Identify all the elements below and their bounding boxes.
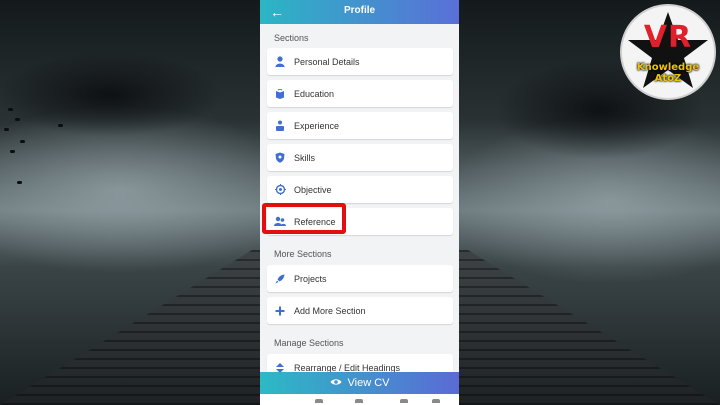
view-cv-label: View CV xyxy=(347,377,390,389)
bird-silhouette xyxy=(4,128,9,131)
page-title: Profile xyxy=(343,5,376,16)
shield-icon xyxy=(274,152,286,164)
add-more-section-button[interactable]: Add More Section xyxy=(267,297,453,324)
section-item-personal-details[interactable]: Personal Details xyxy=(267,48,453,75)
section-item-label: Education xyxy=(294,88,335,99)
bird-silhouette xyxy=(15,118,20,121)
target-icon xyxy=(274,184,286,196)
nav-icon[interactable] xyxy=(432,399,440,403)
section-item-label: Experience xyxy=(294,120,340,131)
plus-icon xyxy=(274,305,286,317)
bird-silhouette xyxy=(8,108,13,111)
bird-silhouette xyxy=(20,140,25,143)
section-item-experience[interactable]: Experience xyxy=(267,112,453,139)
eye-icon xyxy=(330,377,342,389)
nav-icon[interactable] xyxy=(400,399,408,403)
section-item-education[interactable]: Education xyxy=(267,80,453,107)
bottom-navigation xyxy=(260,394,459,405)
more-sections-heading: More Sections xyxy=(274,249,332,259)
section-item-label: Add More Section xyxy=(294,305,366,316)
channel-logo: VR Knowledge AtoZ xyxy=(620,4,716,100)
briefcase-person-icon xyxy=(274,120,286,132)
view-cv-button[interactable]: View CV xyxy=(260,372,459,394)
section-item-objective[interactable]: Objective xyxy=(267,176,453,203)
nav-icon[interactable] xyxy=(355,399,363,403)
section-item-projects[interactable]: Projects xyxy=(267,265,453,292)
section-item-label: Projects xyxy=(294,273,327,284)
nav-icon[interactable] xyxy=(315,399,323,403)
bird-silhouette xyxy=(10,150,15,153)
logo-subtitle: Knowledge AtoZ xyxy=(636,62,700,84)
app-bar: ← Profile xyxy=(260,0,459,24)
rocket-icon xyxy=(274,273,286,285)
section-item-label: Skills xyxy=(294,152,316,163)
section-item-label: Objective xyxy=(294,184,332,195)
bird-silhouette xyxy=(17,181,22,184)
person-icon xyxy=(274,56,286,68)
section-item-label: Personal Details xyxy=(294,56,360,67)
sections-heading: Sections xyxy=(274,33,309,43)
bird-silhouette xyxy=(58,124,63,127)
book-icon xyxy=(274,88,286,100)
section-item-skills[interactable]: Skills xyxy=(267,144,453,171)
highlight-box xyxy=(262,203,346,234)
logo-title: VR xyxy=(643,20,693,55)
section-item-label: Rearrange / Edit Headings xyxy=(294,362,401,373)
manage-sections-heading: Manage Sections xyxy=(274,338,344,348)
